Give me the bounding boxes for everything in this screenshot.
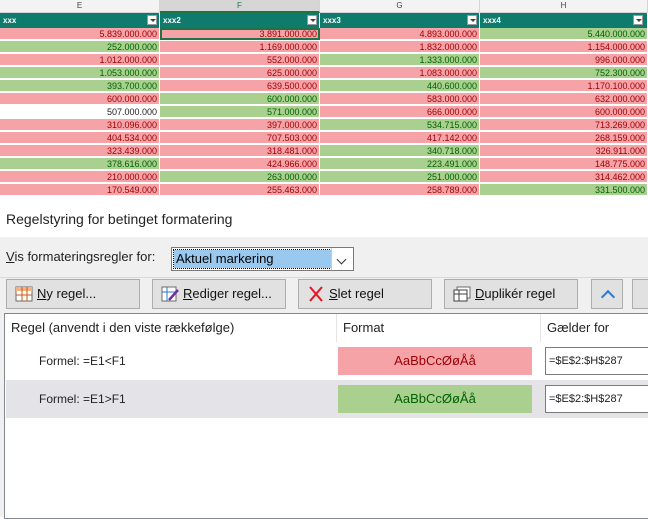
delete-rule-button[interactable]: Slet regel (298, 279, 432, 309)
cell[interactable]: 258.789.000 (320, 184, 480, 196)
cell[interactable]: 552.000.000 (160, 54, 320, 66)
column-header-e[interactable]: E (0, 0, 160, 13)
cell[interactable]: 393.700.000 (0, 80, 160, 92)
cell[interactable]: 583.000.000 (320, 93, 480, 105)
cell[interactable]: 600.000.000 (0, 93, 160, 105)
cell[interactable]: 252.000.000 (0, 41, 160, 53)
edit-rule-icon (161, 286, 179, 302)
cell[interactable]: 625.000.000 (160, 67, 320, 79)
cell[interactable]: 263.000.000 (160, 171, 320, 183)
cell[interactable]: 1.169.000.000 (160, 41, 320, 53)
cell[interactable]: 440.600.000 (320, 80, 480, 92)
table-header-label: xxx4 (483, 16, 501, 25)
cell[interactable]: 1.083.000.000 (320, 67, 480, 79)
cell[interactable]: 666.000.000 (320, 106, 480, 118)
cell[interactable]: 170.549.000 (0, 184, 160, 196)
table-header-cell[interactable]: xxx3 (320, 13, 480, 28)
rules-list: Regel (anvendt i den viste rækkefølge) F… (4, 313, 648, 519)
cell[interactable]: 314.462.000 (480, 171, 648, 183)
cell[interactable]: 417.142.000 (320, 132, 480, 144)
cell[interactable]: 404.534.000 (0, 132, 160, 144)
show-rules-label: Vis formateringsregler for: (6, 249, 156, 264)
cell[interactable]: 397.000.000 (160, 119, 320, 131)
column-header-applies-to[interactable]: Gælder for (541, 314, 648, 342)
dialog-title: Regelstyring for betinget formatering (6, 211, 233, 227)
cell[interactable]: 310.096.000 (0, 119, 160, 131)
table-header-cell[interactable]: xxx (0, 13, 160, 28)
cell[interactable]: 268.159.000 (480, 132, 648, 144)
column-header-format[interactable]: Format (337, 314, 541, 342)
show-rules-for-select[interactable]: Aktuel markering (171, 247, 354, 271)
cell[interactable]: 326.911.000 (480, 145, 648, 157)
cell[interactable]: 331.500.000 (480, 184, 648, 196)
show-rules-for-value: Aktuel markering (173, 249, 332, 269)
applies-to-input[interactable]: =$E$2:$H$287 (545, 385, 648, 413)
delete-icon (309, 286, 323, 302)
rule-row[interactable]: Formel: =E1<F1 AaBbCcØøÅå =$E$2:$H$287 (6, 342, 648, 380)
filter-dropdown-icon[interactable] (147, 15, 157, 25)
cell[interactable]: 571.000.000 (160, 106, 320, 118)
move-down-button[interactable] (632, 279, 648, 309)
table-header-cell[interactable]: xxx4 (480, 13, 648, 28)
move-up-button[interactable] (591, 279, 623, 309)
table-header-label: xxx (3, 16, 17, 25)
new-rule-button[interactable]: Ny regel... (6, 279, 140, 309)
edit-rule-button[interactable]: Rediger regel... (152, 279, 286, 309)
cell[interactable]: 534.715.000 (320, 119, 480, 131)
column-header-h[interactable]: H (480, 0, 648, 13)
format-preview: AaBbCcØøÅå (338, 347, 532, 375)
cell[interactable]: 378.616.000 (0, 158, 160, 170)
cell[interactable]: 4.893.000.000 (320, 28, 480, 40)
table-header-cell[interactable]: xxx2 (160, 13, 320, 28)
filter-dropdown-icon[interactable] (633, 15, 643, 25)
column-header-f[interactable]: F (160, 0, 320, 13)
table-header-label: xxx2 (163, 16, 181, 25)
cell[interactable]: 1.154.000.000 (480, 41, 648, 53)
cell[interactable]: 1.053.000.000 (0, 67, 160, 79)
cell[interactable]: 600.000.000 (160, 93, 320, 105)
cell[interactable]: 3.891.000.000 (160, 28, 320, 40)
rule-row[interactable]: Formel: =E1>F1 AaBbCcØøÅå =$E$2:$H$287 (6, 380, 648, 418)
cell[interactable]: 1.170.100.000 (480, 80, 648, 92)
cell[interactable]: 507.000.000 (0, 106, 160, 118)
cell[interactable]: 996.000.000 (480, 54, 648, 66)
column-header-g[interactable]: G (320, 0, 480, 13)
conditional-formatting-dialog: Regelstyring for betinget formatering Vi… (0, 203, 648, 519)
spreadsheet-area: E F G H xxx xxx2 xxx3 xxx4 5.839.000.000… (0, 0, 648, 203)
rule-name: Formel: =E1>F1 (39, 392, 126, 406)
cell[interactable]: 632.000.000 (480, 93, 648, 105)
cell[interactable]: 318.481.000 (160, 145, 320, 157)
cell[interactable]: 323.439.000 (0, 145, 160, 157)
cell[interactable]: 639.500.000 (160, 80, 320, 92)
rule-name: Formel: =E1<F1 (39, 354, 126, 368)
table-header-label: xxx3 (323, 16, 341, 25)
cell[interactable]: 707.503.000 (160, 132, 320, 144)
cell[interactable]: 600.000.000 (480, 106, 648, 118)
filter-dropdown-icon[interactable] (307, 15, 317, 25)
cell[interactable]: 251.000.000 (320, 171, 480, 183)
filter-dropdown-icon[interactable] (467, 15, 477, 25)
chevron-down-icon[interactable] (331, 248, 353, 270)
new-rule-icon (15, 286, 33, 302)
cell[interactable]: 5.440.000.000 (480, 28, 648, 40)
applies-to-input[interactable]: =$E$2:$H$287 (545, 347, 648, 375)
cell[interactable]: 1.333.000.000 (320, 54, 480, 66)
cell[interactable]: 210.000.000 (0, 171, 160, 183)
cell[interactable]: 340.718.000 (320, 145, 480, 157)
cell[interactable]: 255.463.000 (160, 184, 320, 196)
column-header-rule[interactable]: Regel (anvendt i den viste rækkefølge) (5, 314, 337, 342)
cell[interactable]: 752.300.000 (480, 67, 648, 79)
cell[interactable]: 148.775.000 (480, 158, 648, 170)
cell[interactable]: 1.012.000.000 (0, 54, 160, 66)
cell[interactable]: 424.966.000 (160, 158, 320, 170)
cell[interactable]: 713.269.000 (480, 119, 648, 131)
duplicate-icon (453, 286, 471, 302)
format-preview: AaBbCcØøÅå (338, 385, 532, 413)
cell[interactable]: 223.491.000 (320, 158, 480, 170)
cell[interactable]: 1.832.000.000 (320, 41, 480, 53)
duplicate-rule-button[interactable]: Duplikér regel (444, 279, 578, 309)
cell[interactable]: 5.839.000.000 (0, 28, 160, 40)
